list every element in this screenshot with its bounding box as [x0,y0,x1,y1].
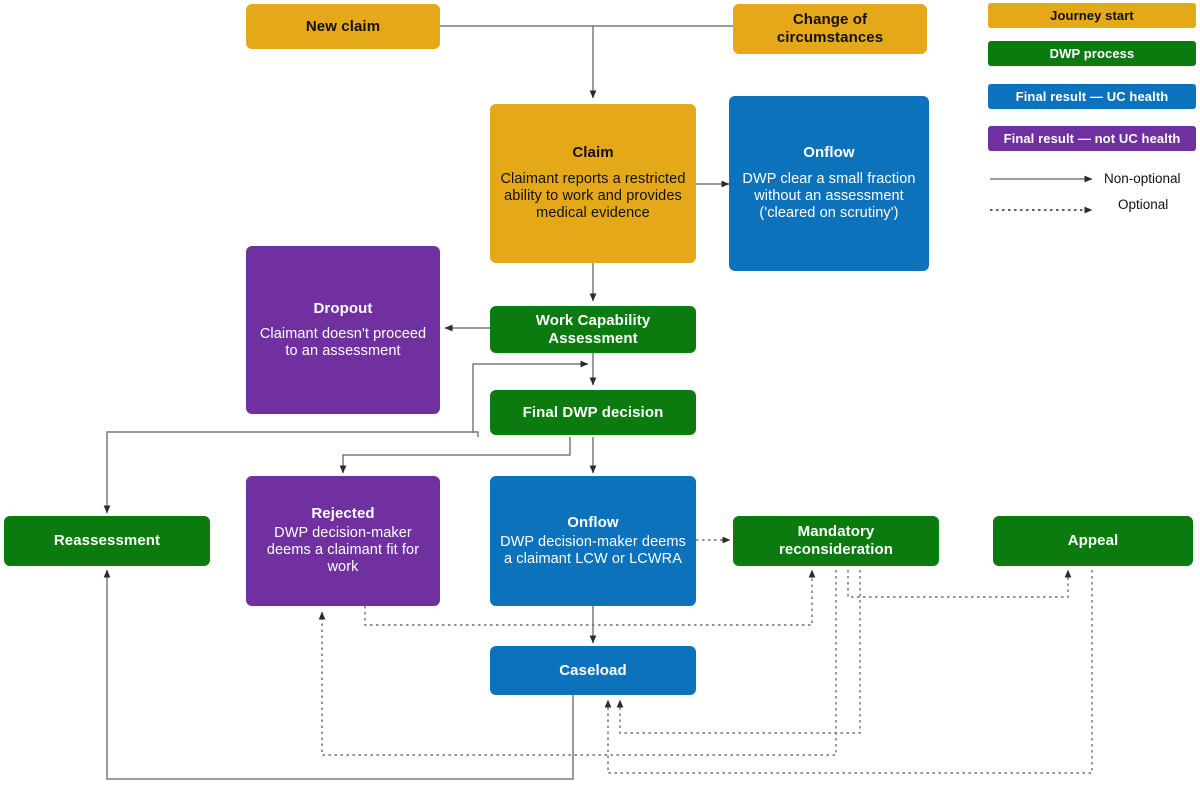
node-work-capability-assessment[interactable]: Work Capability Assessment [490,306,696,353]
legend-swatch-journey-start-label: Journey start [1050,8,1134,23]
legend-swatch-dwp-process-label: DWP process [1049,46,1135,61]
node-mandatory-recon-title: Mandatory reconsideration [778,523,894,558]
node-claim-body: Claimant reports a restricted ability to… [500,171,686,222]
node-change-of-circumstances[interactable]: Change of circumstances [733,4,927,54]
node-onflow-lcw-title: Onflow [567,514,619,532]
node-dropout-title: Dropout [313,299,373,317]
legend-line-non-optional-label: Non-optional [1104,171,1181,186]
node-change-of-circumstances-title: Change of circumstances [776,11,884,46]
node-rejected-body: DWP decision-maker deems a claimant fit … [266,525,420,576]
node-caseload-title: Caseload [559,661,627,679]
node-wca-title: Work Capability Assessment [535,311,651,347]
node-final-dwp-decision[interactable]: Final DWP decision [490,390,696,435]
legend-swatch-final-uc-health-label: Final result — UC health [1015,89,1169,104]
legend-swatch-final-uc-health: Final result — UC health [988,84,1196,109]
edge-new-claim-to-claim [440,25,597,99]
node-onflow-scrutiny-title: Onflow [803,144,855,162]
legend-line-samples [990,175,1093,214]
node-onflow-lcw-lcwra[interactable]: Onflow DWP decision-maker deems a claima… [490,476,696,606]
edge-mandatory-recon-to-appeal [847,569,1072,598]
node-appeal-title: Appeal [1067,532,1119,550]
node-rejected-title: Rejected [311,505,375,523]
node-caseload[interactable]: Caseload [490,646,696,695]
node-dropout[interactable]: Dropout Claimant doesn't proceed to an a… [246,246,440,414]
legend-line-optional-label: Optional [1118,197,1169,212]
node-onflow-cleared-on-scrutiny[interactable]: Onflow DWP clear a small fraction withou… [729,96,929,271]
edge-final-decision-to-rejected [339,437,571,474]
node-final-decision-title: Final DWP decision [522,403,664,421]
legend-swatch-dwp-process: DWP process [988,41,1196,66]
node-reassessment-title: Reassessment [53,532,161,550]
node-appeal[interactable]: Appeal [993,516,1193,566]
flowchart-canvas: New claim Change of circumstances Claim … [0,0,1200,787]
legend-swatch-final-not-uc-health: Final result — not UC health [988,126,1196,151]
legend-swatch-journey-start: Journey start [988,3,1196,28]
node-mandatory-reconsideration[interactable]: Mandatory reconsideration [733,516,939,566]
node-new-claim-title: New claim [305,17,381,35]
node-onflow-lcw-body: DWP decision-maker deems a claimant LCW … [500,533,686,567]
node-onflow-scrutiny-body: DWP clear a small fraction without an as… [742,171,916,222]
legend-swatch-final-not-uc-health-label: Final result — not UC health [1003,131,1181,146]
node-claim-title: Claim [572,144,614,162]
node-dropout-body: Claimant doesn't proceed to an assessmen… [259,326,427,360]
node-claim[interactable]: Claim Claimant reports a restricted abil… [490,104,696,263]
node-reassessment[interactable]: Reassessment [4,516,210,566]
node-rejected[interactable]: Rejected DWP decision-maker deems a clai… [246,476,440,606]
node-new-claim[interactable]: New claim [246,4,440,49]
